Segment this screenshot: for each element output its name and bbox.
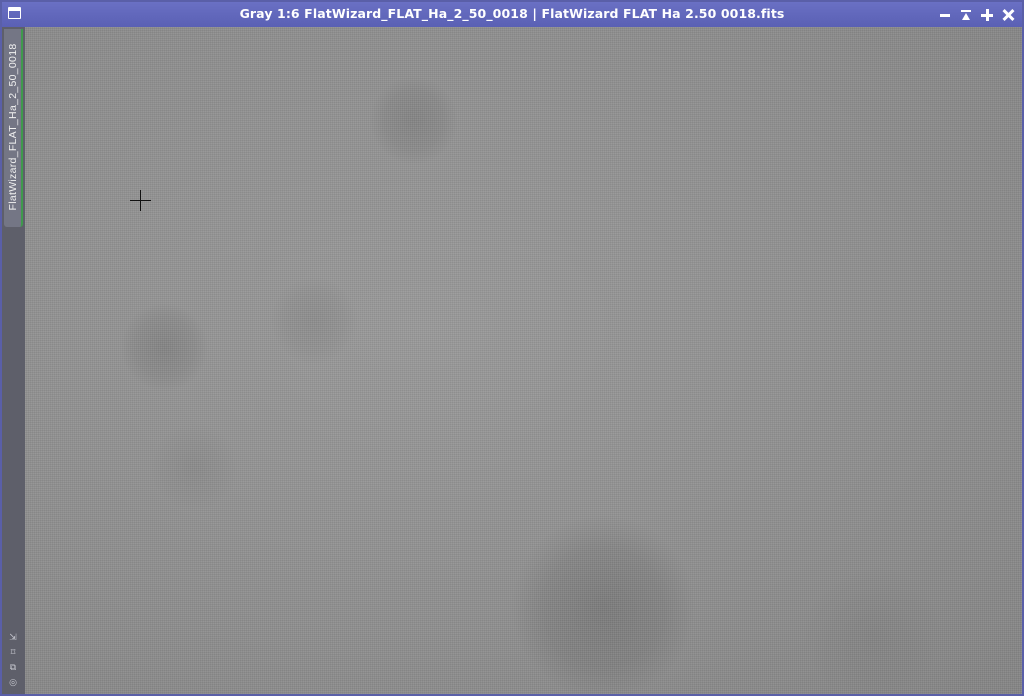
- image-window: Gray 1:6 FlatWizard_FLAT_Ha_2_50_0018 | …: [0, 0, 1024, 696]
- settings-icon[interactable]: ◎: [8, 678, 18, 688]
- window-controls: [939, 5, 1014, 24]
- clone-icon[interactable]: ⧉: [8, 663, 18, 673]
- view-identifier-label: FlatWizard_FLAT_Ha_2_50_0018: [6, 43, 19, 211]
- view-identifier-tab[interactable]: FlatWizard_FLAT_Ha_2_50_0018: [4, 29, 23, 227]
- iconize-icon[interactable]: [981, 8, 993, 21]
- crosshair-cursor-icon: [130, 190, 151, 211]
- image-viewport[interactable]: [25, 27, 1022, 694]
- zoom-icon[interactable]: ⌑: [8, 648, 18, 658]
- left-tab-strip: FlatWizard_FLAT_Ha_2_50_0018 ⇲ ⌑ ⧉ ◎: [2, 27, 25, 694]
- window-title: Gray 1:6 FlatWizard_FLAT_Ha_2_50_0018 | …: [239, 6, 785, 21]
- window-titlebar[interactable]: Gray 1:6 FlatWizard_FLAT_Ha_2_50_0018 | …: [2, 2, 1022, 27]
- image-noise-texture: [25, 27, 1022, 694]
- maximize-icon[interactable]: [960, 9, 972, 21]
- shade-icon[interactable]: [939, 9, 951, 21]
- fit-view-icon[interactable]: ⇲: [8, 633, 18, 643]
- strip-icons: ⇲ ⌑ ⧉ ◎: [8, 633, 20, 688]
- close-icon[interactable]: [1002, 9, 1014, 21]
